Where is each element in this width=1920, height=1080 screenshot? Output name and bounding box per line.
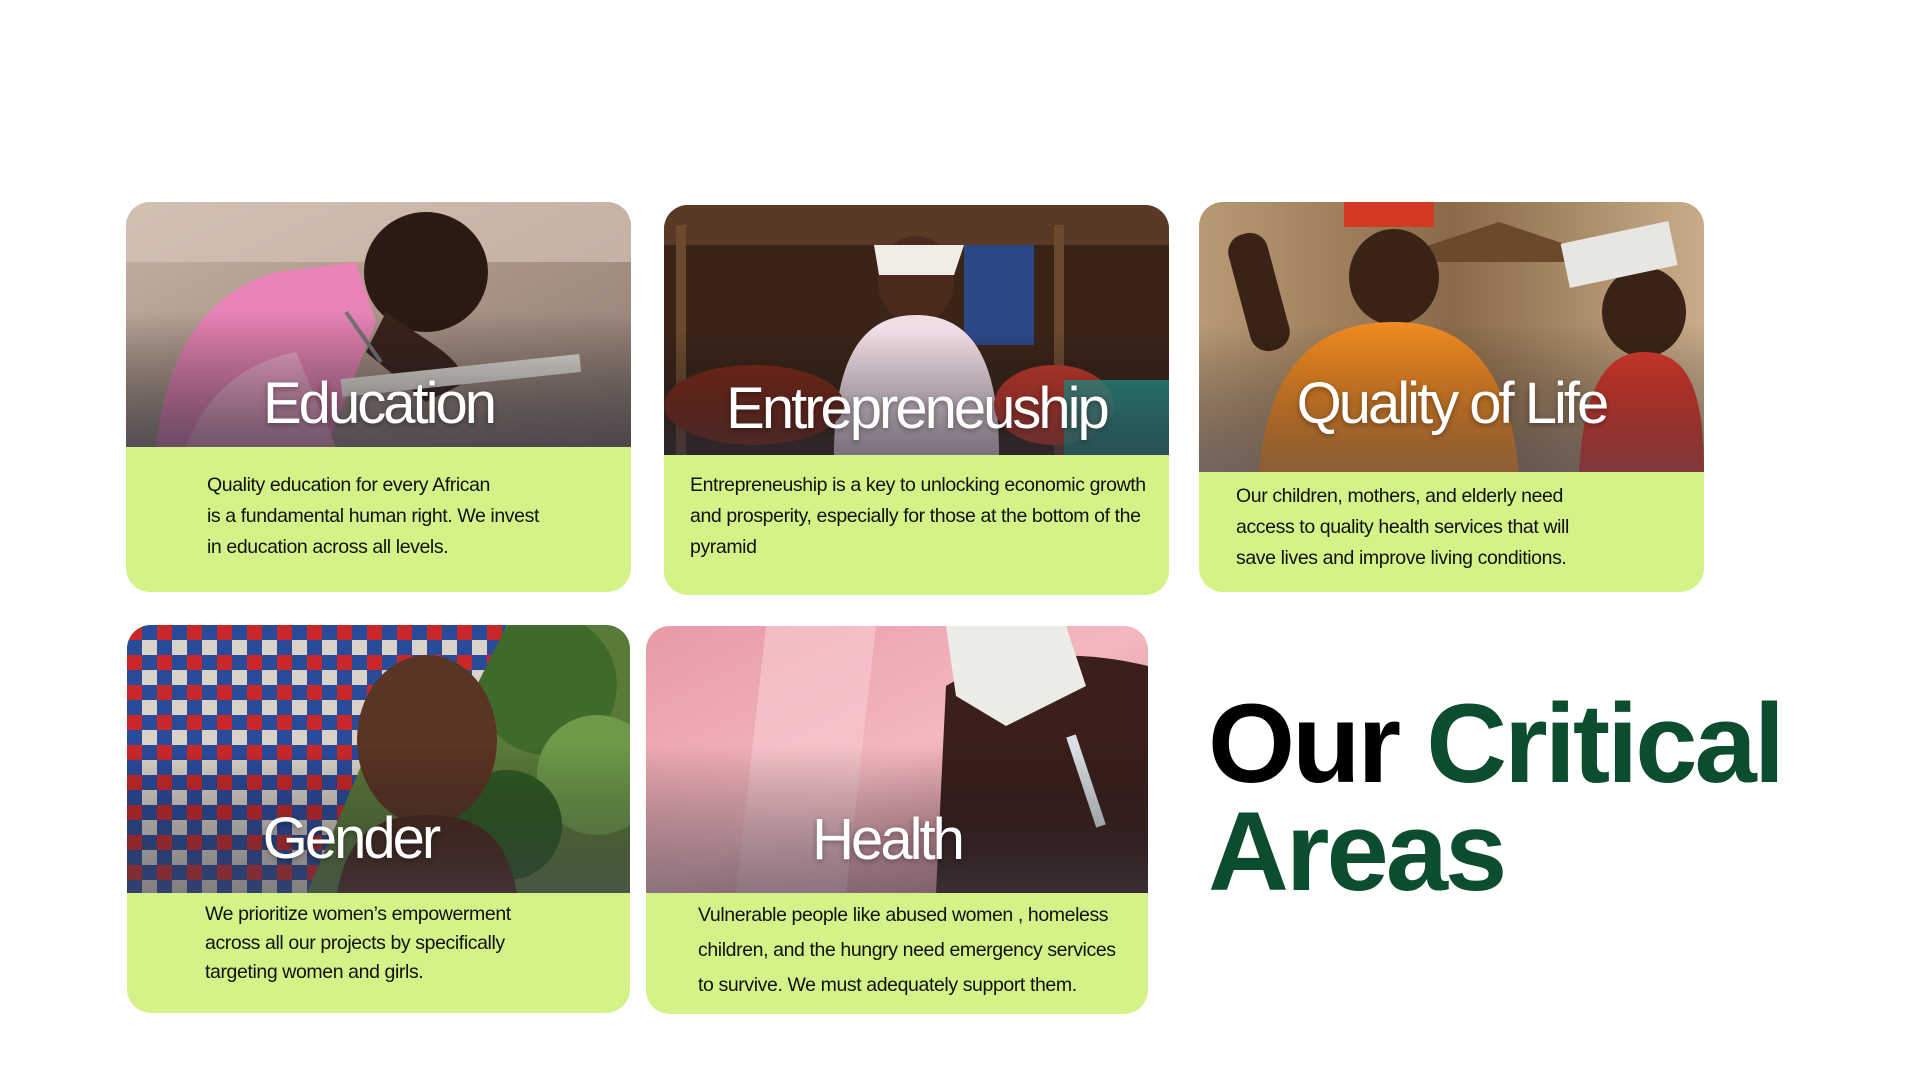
card-text-line: Our children, mothers, and elderly need (1236, 485, 1563, 507)
card-text-line: and prosperity, especially for those at … (690, 505, 1141, 527)
card-text-line: We prioritize women’s empowerment (205, 903, 511, 925)
gender-photo: Gender (127, 625, 630, 893)
health-photo: Health (646, 626, 1148, 893)
card-text-line: Vulnerable people like abused women , ho… (698, 904, 1109, 926)
card-text-line: Entrepreneuship is a key to unlocking ec… (690, 474, 1146, 496)
card-text-line: targeting women and girls. (205, 961, 424, 983)
card-entrepreneuship: Entrepreneuship Entrepreneuship is a key… (664, 205, 1169, 595)
card-text-line: access to quality health services that w… (1236, 516, 1569, 538)
card-education: Education Quality education for every Af… (126, 202, 631, 592)
card-text-line: Quality education for every African (207, 474, 490, 496)
card-title: Entrepreneuship (726, 376, 1110, 441)
card-quality-of-life: Quality of Life Our children, mothers, a… (1199, 202, 1704, 592)
card-gender: Gender We prioritize women’s empowerment… (127, 625, 630, 1013)
card-text-line: to survive. We must adequately support t… (698, 974, 1077, 996)
headline-word-areas: Areas (1208, 789, 1507, 914)
card-title: Gender (262, 806, 441, 871)
card-title: Education (263, 371, 497, 436)
card-text-line: children, and the hungry need emergency … (698, 939, 1116, 961)
quality-of-life-photo: Quality of Life (1199, 202, 1704, 472)
card-title: Quality of Life (1296, 371, 1610, 436)
card-text-line: pyramid (690, 536, 757, 558)
slide: Education Quality education for every Af… (0, 0, 1920, 1080)
card-text-line: in education across all levels. (207, 536, 449, 558)
card-description: Entrepreneuship is a key to unlocking ec… (690, 470, 1146, 563)
card-text-line: save lives and improve living conditions… (1236, 547, 1567, 569)
card-health: Health Vulnerable people like abused wom… (646, 626, 1148, 1014)
headline-word-critical: Critical (1426, 681, 1785, 806)
card-text-line: is a fundamental human right. We invest (207, 505, 539, 527)
card-description: Vulnerable people like abused women , ho… (698, 898, 1116, 1003)
card-description: We prioritize women’s empowerment across… (205, 900, 511, 987)
card-description: Our children, mothers, and elderly need … (1236, 481, 1569, 574)
education-photo: Education (126, 202, 631, 447)
entrepreneuship-photo: Entrepreneuship (664, 205, 1169, 455)
card-title: Health (812, 807, 965, 872)
headline-word-our: Our (1208, 681, 1401, 806)
card-text-line: across all our projects by specifically (205, 932, 505, 954)
card-description: Quality education for every African is a… (207, 470, 539, 563)
section-headline: Our Critical Areas (1208, 688, 1785, 908)
